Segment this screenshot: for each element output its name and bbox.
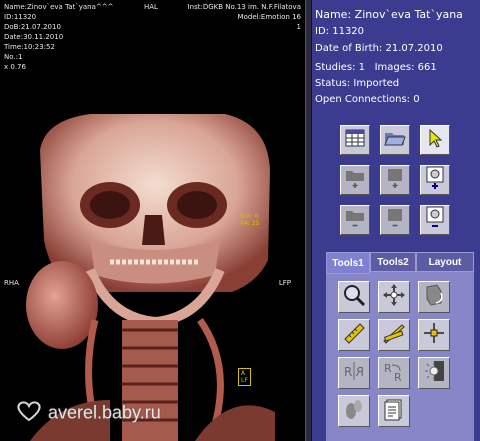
ruler-tool-button[interactable]: [338, 319, 370, 351]
brightness-contrast-icon: [422, 359, 446, 387]
overlay-line: x 0.76: [4, 63, 26, 71]
open-connections: Open Connections: 0: [315, 94, 420, 105]
footprint-icon: [342, 397, 366, 425]
annotation-line: LF: [241, 377, 248, 384]
overlay-line: ID:11320: [4, 13, 37, 21]
rotate-image-button[interactable]: RR: [378, 357, 410, 389]
annotation-line: A: [241, 370, 246, 377]
studies-value: 1: [358, 62, 366, 73]
study-counts: Studies: 1 Images: 661: [315, 62, 437, 73]
overlay-orientation-top: HAL: [144, 3, 158, 11]
connections-label: Open Connections:: [315, 94, 411, 105]
patient-id-value: 11320: [332, 26, 365, 37]
patient-dob-label: Date of Birth:: [315, 43, 383, 54]
studies-label: Studies:: [315, 62, 356, 73]
svg-text:R: R: [356, 365, 364, 379]
patient-name-label: Name:: [315, 8, 352, 21]
overlay-institution-info: Inst:DGKB No.13 im. N.F.Filatova Model:E…: [188, 3, 301, 33]
overlay-line: Inst:DGKB No.13 im. N.F.Filatova: [187, 3, 301, 11]
crosshair-tool-button[interactable]: [418, 319, 450, 351]
patient-id-label: ID:: [315, 26, 330, 37]
select-pointer-button[interactable]: [420, 125, 450, 155]
overlay-line: DoB:21.07.2010: [4, 23, 61, 31]
angle-tool-button[interactable]: [378, 319, 410, 351]
image-add-icon: [384, 167, 406, 193]
zoom-tool-button[interactable]: [338, 281, 370, 313]
tab-layout[interactable]: Layout: [416, 252, 474, 272]
overlay-line: Model:Emotion 16: [237, 13, 301, 21]
annotation-line: V4: 25: [240, 220, 260, 227]
image-viewport[interactable]: Name:Zinov`eva Tat`yana^^^ ID:11320 DoB:…: [0, 0, 305, 441]
open-folder-button[interactable]: [380, 125, 410, 155]
rotate-3d-tool-button[interactable]: [418, 281, 450, 313]
images-value: 661: [417, 62, 437, 73]
svg-text:R: R: [394, 371, 402, 383]
patient-dob-value: 21.07.2010: [385, 43, 443, 54]
pan-tool-button[interactable]: [378, 281, 410, 313]
watermark-logo-icon: [14, 400, 44, 427]
magnifier-icon: [342, 283, 366, 311]
images-label: Images:: [374, 62, 415, 73]
overlay-line: 1: [296, 23, 301, 31]
rotate-3d-icon: [422, 283, 446, 311]
watermark: averel.baby.ru: [14, 400, 161, 427]
svg-text:R: R: [344, 365, 352, 379]
tab-tools1[interactable]: Tools1: [326, 252, 370, 274]
folder-add-icon: [344, 167, 366, 193]
add-series-button[interactable]: [340, 165, 370, 195]
pointer-arrow-icon: [425, 128, 445, 152]
report-tool-button[interactable]: [378, 395, 410, 427]
image-remove-icon: [384, 207, 406, 233]
study-status: Status: Imported: [315, 78, 399, 89]
viewport-remove-icon: [424, 206, 446, 234]
rotate-image-icon: RR: [382, 359, 406, 387]
overlay-line: No.:1: [4, 53, 23, 61]
document-icon: [382, 397, 406, 425]
angle-ruler-icon: [382, 321, 406, 349]
flip-horizontal-icon: RR: [342, 359, 366, 387]
side-panel: Name: Zinov`eva Tat`yana ID: 11320 Date …: [312, 0, 480, 441]
overlay-line: Date:30.11.2010: [4, 33, 64, 41]
annotation-line: Sch: 0: [240, 213, 259, 220]
watermark-text: averel.baby.ru: [48, 402, 161, 423]
overlay-orientation-right: LFP: [278, 279, 291, 287]
tab-tools2[interactable]: Tools2: [370, 252, 416, 272]
remove-viewport-button[interactable]: [420, 205, 450, 235]
overlay-patient-info: Name:Zinov`eva Tat`yana^^^ ID:11320 DoB:…: [4, 3, 113, 73]
add-viewport-button[interactable]: [420, 165, 450, 195]
tools-panel: Tools1 Tools2 Layout RR RR: [326, 252, 474, 441]
svg-text:R: R: [384, 362, 392, 375]
add-image-button[interactable]: [380, 165, 410, 195]
measurement-annotation[interactable]: Sch: 0 V4: 25: [240, 213, 260, 227]
connections-value: 0: [413, 94, 420, 105]
folder-open-icon: [384, 129, 406, 151]
overlay-line: Time:10:23:52: [4, 43, 55, 51]
study-browser-button[interactable]: [340, 125, 370, 155]
patient-name-value: Zinov`eva Tat`yana: [354, 8, 463, 21]
panel-splitter[interactable]: [305, 0, 312, 441]
remove-image-button[interactable]: [380, 205, 410, 235]
crosshair-icon: [422, 321, 446, 349]
status-label: Status:: [315, 78, 351, 89]
pan-move-icon: [382, 283, 406, 311]
viewport-add-icon: [424, 166, 446, 194]
folder-remove-icon: [344, 207, 366, 233]
orientation-cube-annotation[interactable]: A LF: [238, 368, 251, 386]
ruler-icon: [342, 321, 366, 349]
overlay-orientation-left: RHA: [4, 279, 19, 287]
patient-dob: Date of Birth: 21.07.2010: [315, 43, 443, 54]
patient-id: ID: 11320: [315, 26, 364, 37]
annotation-tool-button[interactable]: [338, 395, 370, 427]
flip-horizontal-button[interactable]: RR: [338, 357, 370, 389]
table-icon: [345, 129, 365, 151]
patient-name: Name: Zinov`eva Tat`yana: [315, 8, 463, 21]
status-value: Imported: [353, 78, 400, 89]
overlay-line: Name:Zinov`eva Tat`yana^^^: [4, 3, 114, 11]
remove-series-button[interactable]: [340, 205, 370, 235]
window-level-button[interactable]: [418, 357, 450, 389]
